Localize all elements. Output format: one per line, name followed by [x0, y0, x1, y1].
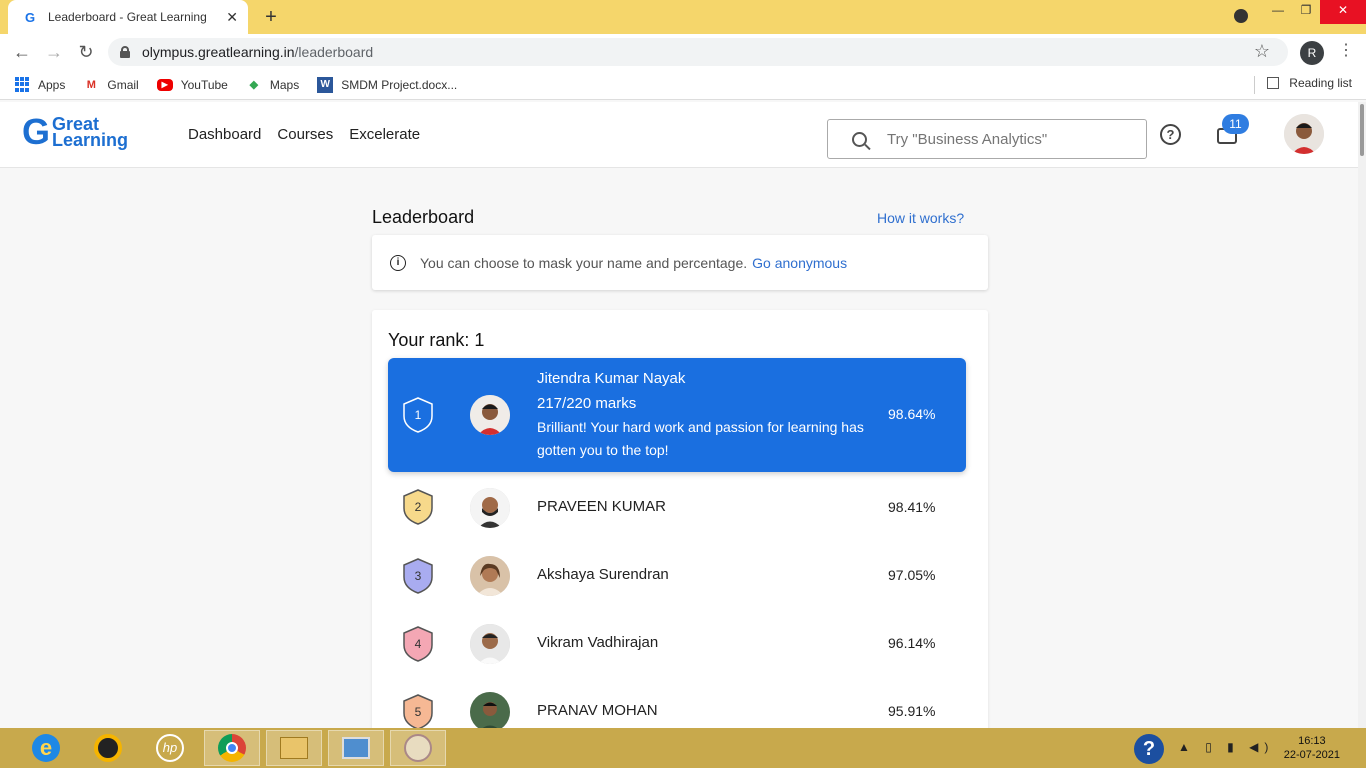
system-clock[interactable]: 16:13 22-07-2021	[1284, 734, 1340, 762]
avatar	[470, 692, 510, 732]
great-learning-logo[interactable]: G Great Learning	[22, 114, 128, 150]
rank-shield-icon: 4	[402, 625, 434, 663]
browser-toolbar: ← → ↻ olympus.greatlearning.in/leaderboa…	[0, 34, 1366, 70]
logo-g-mark: G	[22, 111, 51, 152]
avatar	[470, 556, 510, 596]
leaderboard-card: Your rank: 1 1 Jitendra Kumar Nayak 217/…	[372, 310, 988, 740]
avatar	[470, 488, 510, 528]
your-rank: Your rank: 1	[388, 330, 485, 350]
word-doc-icon: W	[317, 76, 334, 93]
how-it-works-link[interactable]: How it works?	[877, 210, 964, 226]
url-text: olympus.greatlearning.in/leaderboard	[142, 44, 374, 60]
avatar	[470, 624, 510, 664]
nav-courses[interactable]: Courses	[277, 126, 333, 143]
great-learning-favicon-icon: G	[24, 9, 36, 25]
participant-percent: 98.41%	[888, 499, 936, 515]
chrome-icon[interactable]	[204, 730, 260, 766]
reading-list-button[interactable]: Reading list	[1267, 76, 1352, 90]
bookmark-gmail[interactable]: M Gmail	[83, 77, 139, 93]
tab-close-icon[interactable]: ✕	[226, 9, 238, 26]
participant-percent: 97.05%	[888, 567, 936, 583]
site-header: G Great Learning Dashboard Courses Excel…	[0, 102, 1358, 168]
leader-name: Jitendra Kumar Nayak	[537, 370, 686, 387]
photos-icon[interactable]	[328, 730, 384, 766]
bookmarks-bar: Apps M Gmail ▶ YouTube ◆ Maps W SMDM Pro…	[0, 70, 1366, 100]
participant-name: Vikram Vadhirajan	[537, 634, 659, 651]
user-avatar[interactable]	[1284, 114, 1324, 154]
participant-percent: 96.14%	[888, 635, 936, 651]
lock-icon	[120, 46, 130, 58]
browser-tabbar: G Leaderboard - Great Learning ✕ + — ❐ ✕	[0, 0, 1366, 34]
bookmarks-divider	[1254, 76, 1255, 94]
youtube-icon: ▶	[156, 78, 173, 91]
nav-excelerate[interactable]: Excelerate	[349, 126, 420, 143]
file-explorer-icon[interactable]	[266, 730, 322, 766]
participant-name: PRAVEEN KUMAR	[537, 498, 666, 515]
go-anonymous-link[interactable]: Go anonymous	[752, 255, 847, 271]
leader-marks: 217/220 marks	[537, 395, 637, 412]
notice-text: You can choose to mask your name and per…	[420, 254, 748, 271]
bookmark-apps[interactable]: Apps	[14, 76, 65, 93]
notification-count-badge: 11	[1222, 114, 1249, 134]
rank-shield-icon: 3	[402, 557, 434, 595]
window-controls: — ❐ ✕	[1264, 0, 1366, 24]
media-player-icon[interactable]	[80, 730, 136, 766]
maps-icon: ◆	[249, 79, 259, 91]
leader-percent: 98.64%	[888, 406, 936, 422]
address-bar[interactable]: olympus.greatlearning.in/leaderboard ☆	[108, 38, 1288, 66]
scrollbar-thumb[interactable]	[1360, 104, 1364, 156]
tab-title: Leaderboard - Great Learning	[48, 10, 207, 24]
window-close-icon[interactable]: ✕	[1320, 0, 1366, 24]
page-title: Leaderboard	[372, 207, 475, 227]
reading-list-icon	[1267, 77, 1280, 89]
leaderboard-row-me[interactable]: 1 Jitendra Kumar Nayak 217/220 marks Bri…	[388, 358, 966, 472]
hp-icon[interactable]: hp	[142, 730, 198, 766]
info-icon: i	[390, 254, 406, 271]
bookmark-maps[interactable]: ◆ Maps	[246, 77, 300, 93]
search-box[interactable]	[827, 119, 1147, 159]
rank-shield-icon: 5	[402, 693, 434, 731]
avatar	[470, 395, 510, 435]
leaderboard-row[interactable]: 4 Vikram Vadhirajan 96.14%	[388, 610, 966, 678]
rank-shield-icon: 1	[402, 396, 434, 434]
browser-tab[interactable]: G Leaderboard - Great Learning ✕	[8, 0, 248, 34]
help-icon[interactable]: ?	[1160, 124, 1181, 145]
participant-percent: 95.91%	[888, 703, 936, 719]
paint-icon[interactable]	[390, 730, 446, 766]
leaderboard-row[interactable]: 2 PRAVEEN KUMAR 98.41%	[388, 474, 966, 542]
leader-message: Brilliant! Your hard work and passion fo…	[537, 419, 864, 458]
system-tray-icons[interactable]: ▲ ▯ ▮ ◀)	[1178, 740, 1274, 754]
forward-arrow-icon[interactable]: →	[44, 42, 64, 63]
leaderboard-row[interactable]: 3 Akshaya Surendran 97.05%	[388, 542, 966, 610]
internet-explorer-icon[interactable]: e	[18, 730, 74, 766]
bookmark-youtube[interactable]: ▶ YouTube	[156, 78, 228, 92]
reload-icon[interactable]: ↻	[76, 42, 96, 63]
rank-shield-icon: 2	[402, 488, 434, 526]
browser-menu-icon[interactable]: ⋮	[1338, 40, 1354, 60]
page-scrollbar[interactable]	[1358, 102, 1366, 728]
search-icon	[852, 131, 867, 147]
profile-avatar[interactable]: R	[1300, 41, 1324, 65]
participant-name: PRANAV MOHAN	[537, 702, 658, 719]
restore-icon[interactable]: ❐	[1292, 0, 1320, 24]
apps-grid-icon	[14, 76, 30, 93]
nav-dashboard[interactable]: Dashboard	[188, 126, 261, 143]
search-input[interactable]	[887, 130, 1127, 148]
participant-name: Akshaya Surendran	[537, 566, 669, 583]
back-arrow-icon[interactable]: ←	[12, 42, 32, 63]
bookmark-smdm-project[interactable]: W SMDM Project.docx...	[317, 76, 457, 93]
help-support-icon[interactable]: ?	[1134, 734, 1164, 764]
main-nav: Dashboard Courses Excelerate	[188, 126, 420, 143]
gmail-icon: M	[86, 78, 96, 91]
bookmark-star-icon[interactable]: ☆	[1254, 41, 1270, 62]
anonymous-notice: i You can choose to mask your name and p…	[372, 235, 988, 290]
new-tab-button[interactable]: +	[260, 6, 282, 28]
tab-search-icon[interactable]	[1234, 9, 1248, 23]
minimize-icon[interactable]: —	[1264, 0, 1292, 24]
